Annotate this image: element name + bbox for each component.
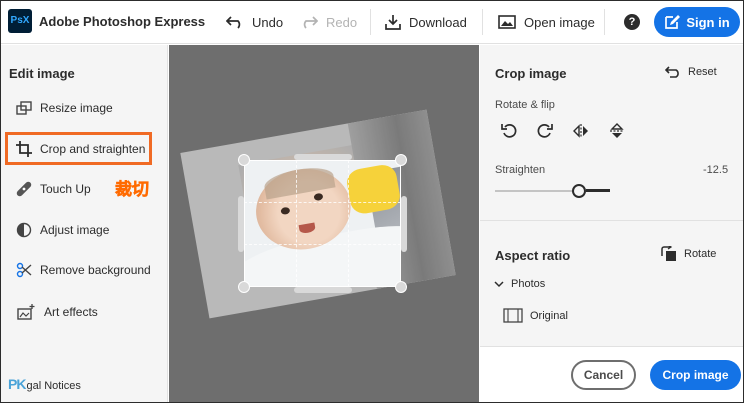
sidebar-item-art-effects[interactable]: Art effects bbox=[0, 301, 168, 323]
toolbar-divider bbox=[370, 9, 371, 35]
image-icon bbox=[498, 15, 516, 29]
crop-corner-handle-top-left[interactable] bbox=[238, 154, 250, 166]
crop-image-title: Crop image bbox=[495, 66, 567, 81]
rotate-aspect-button[interactable]: Rotate bbox=[661, 246, 716, 262]
flip-horizontal-icon[interactable] bbox=[572, 122, 590, 140]
crop-image-button[interactable]: Crop image bbox=[650, 360, 741, 390]
sidebar-item-label: Resize image bbox=[40, 101, 113, 115]
app-logo: PsX bbox=[8, 9, 32, 33]
sign-in-label: Sign in bbox=[686, 14, 730, 30]
open-image-label: Open image bbox=[524, 14, 595, 30]
sidebar-item-resize-image[interactable]: Resize image bbox=[0, 97, 168, 119]
crop-frame bbox=[244, 160, 401, 287]
photos-category-toggle[interactable]: Photos bbox=[494, 278, 545, 290]
crop-corner-handle-bottom-right[interactable] bbox=[395, 281, 407, 293]
straighten-value: -12.5 bbox=[703, 164, 729, 176]
straighten-slider-fill bbox=[586, 189, 610, 192]
panel-divider bbox=[480, 220, 744, 221]
toolbar-divider bbox=[482, 9, 483, 35]
sidebar-item-remove-background[interactable]: Remove background bbox=[0, 259, 168, 281]
sign-in-button[interactable]: Sign in bbox=[654, 7, 740, 37]
art-effects-icon bbox=[16, 304, 36, 320]
undo-icon bbox=[226, 16, 241, 29]
sidebar-item-label: Art effects bbox=[44, 305, 98, 319]
sidebar-item-label: Touch Up bbox=[40, 182, 91, 196]
crop-edge-handle-right[interactable] bbox=[401, 196, 407, 252]
download-label: Download bbox=[409, 14, 467, 30]
open-image-button[interactable]: Open image bbox=[498, 12, 595, 32]
crop-edge-handle-top[interactable] bbox=[294, 154, 352, 160]
reset-icon bbox=[665, 66, 679, 78]
redo-icon bbox=[303, 16, 318, 29]
rotate-left-icon[interactable] bbox=[500, 122, 518, 140]
active-highlight bbox=[5, 132, 152, 165]
annotation-label: 裁切 bbox=[115, 180, 150, 200]
sign-in-icon bbox=[665, 15, 681, 29]
rotate-aspect-icon bbox=[661, 246, 676, 261]
crop-edge-handle-bottom[interactable] bbox=[294, 287, 352, 293]
aspect-ratio-title: Aspect ratio bbox=[495, 248, 571, 263]
redo-button[interactable]: Redo bbox=[300, 12, 357, 32]
flip-vertical-icon[interactable] bbox=[608, 122, 626, 140]
reset-button[interactable]: Reset bbox=[665, 66, 717, 78]
sidebar-item-adjust-image[interactable]: Adjust image bbox=[0, 219, 168, 241]
sidebar-item-label: Adjust image bbox=[40, 223, 110, 237]
cancel-button[interactable]: Cancel bbox=[571, 360, 636, 390]
aspect-option-original[interactable]: Original bbox=[503, 308, 568, 323]
redo-label: Redo bbox=[326, 14, 358, 30]
crop-corner-handle-bottom-left[interactable] bbox=[238, 281, 250, 293]
straighten-slider-thumb[interactable] bbox=[572, 184, 586, 198]
legal-notices-label: gal Notices bbox=[26, 380, 81, 392]
original-ratio-icon bbox=[503, 308, 523, 323]
download-icon bbox=[385, 15, 401, 30]
chevron-down-icon bbox=[494, 281, 504, 288]
help-icon[interactable]: ? bbox=[624, 14, 640, 30]
crop-edge-handle-left[interactable] bbox=[238, 196, 244, 252]
remove-background-icon bbox=[14, 262, 34, 278]
undo-label: Undo bbox=[252, 14, 284, 30]
straighten-label: Straighten bbox=[495, 164, 546, 176]
watermark-logo: PK bbox=[8, 376, 26, 392]
bandage-icon bbox=[14, 181, 34, 197]
rotate-label: Rotate bbox=[684, 248, 717, 260]
top-bar: PsX Adobe Photoshop Express Undo Redo Do… bbox=[0, 0, 744, 44]
rotate-right-icon[interactable] bbox=[536, 122, 554, 140]
sidebar-title: Edit image bbox=[9, 66, 75, 81]
sidebar-item-crop-and-straighten[interactable]: Crop and straighten bbox=[0, 132, 168, 165]
toolbar-divider bbox=[604, 9, 605, 35]
app-title: Adobe Photoshop Express bbox=[39, 14, 206, 29]
original-label: Original bbox=[530, 309, 568, 322]
download-button[interactable]: Download bbox=[385, 12, 467, 32]
resize-icon bbox=[14, 100, 34, 116]
reset-label: Reset bbox=[688, 66, 717, 78]
undo-button[interactable]: Undo bbox=[226, 12, 283, 32]
rotate-flip-label: Rotate & flip bbox=[495, 99, 555, 111]
adjust-icon bbox=[14, 222, 34, 238]
crop-corner-handle-top-right[interactable] bbox=[395, 154, 407, 166]
legal-notices-link[interactable]: PKgal Notices bbox=[8, 376, 81, 392]
edit-sidebar: Edit image Resize image Crop and straigh… bbox=[0, 45, 168, 403]
sidebar-item-label: Remove background bbox=[40, 263, 151, 277]
photos-label: Photos bbox=[511, 278, 546, 290]
